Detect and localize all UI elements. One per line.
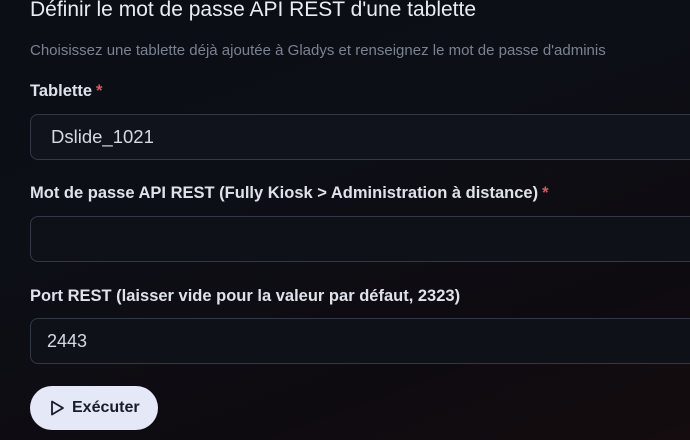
password-label-text: Mot de passe API REST (Fully Kiosk > Adm… — [30, 184, 539, 202]
port-label: Port REST (laisser vide pour la valeur p… — [30, 287, 460, 306]
play-icon — [48, 399, 66, 417]
execute-button-label: Exécuter — [72, 399, 140, 416]
tablet-select[interactable]: Dslide_1021 — [30, 114, 690, 160]
password-label: Mot de passe API REST (Fully Kiosk > Adm… — [30, 184, 549, 203]
required-mark: * — [96, 82, 103, 100]
port-input-value: 2443 — [47, 331, 88, 351]
tablet-label-text: Tablette — [30, 82, 93, 100]
port-input[interactable]: 2443 — [30, 318, 690, 364]
tablet-select-value: Dslide_1021 — [51, 126, 154, 147]
page-description: Choisissez une tablette déjà ajoutée à G… — [30, 42, 606, 59]
port-label-text: Port REST (laisser vide pour la valeur p… — [30, 287, 461, 305]
execute-button[interactable]: Exécuter — [30, 386, 158, 430]
page-title: Définir le mot de passe API REST d'une t… — [30, 0, 477, 21]
password-input[interactable] — [30, 216, 690, 262]
required-mark: * — [542, 184, 549, 202]
set-rest-password-panel: Définir le mot de passe API REST d'une t… — [0, 0, 690, 440]
tablet-label: Tablette * — [30, 82, 102, 101]
